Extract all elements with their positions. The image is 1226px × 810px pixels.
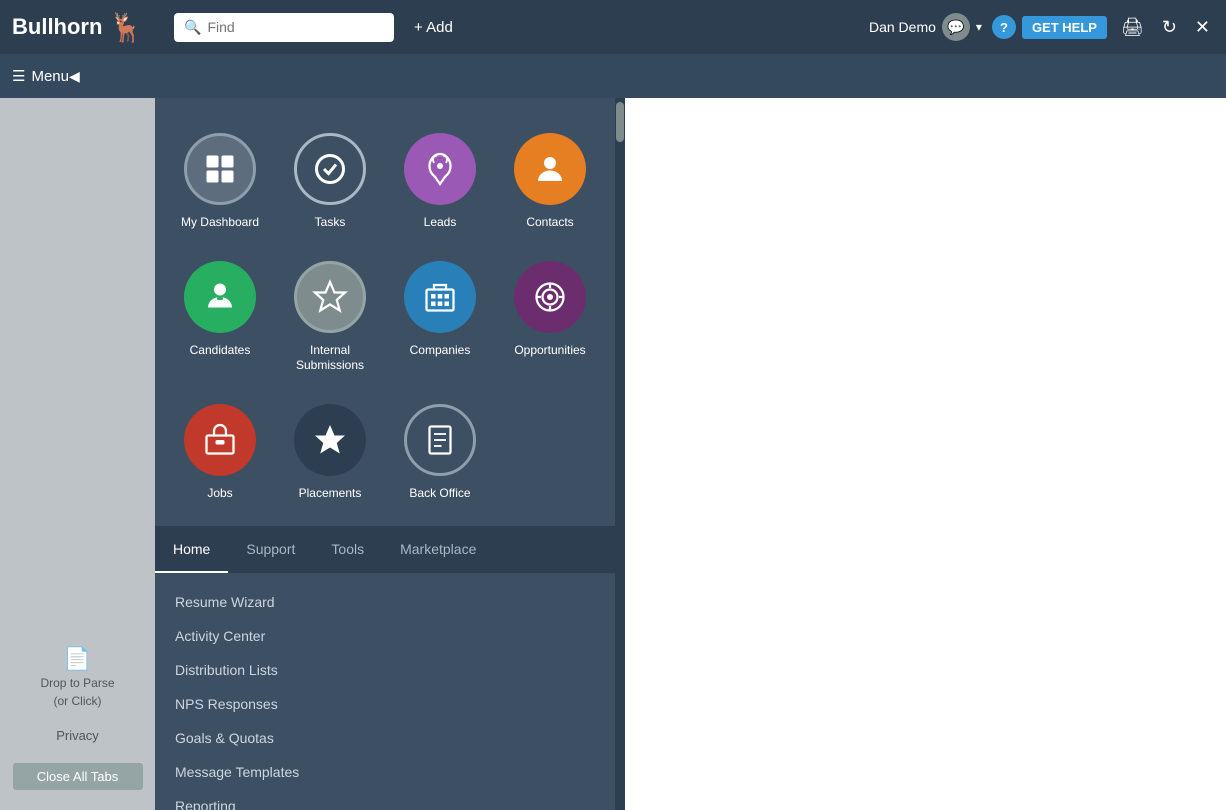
placements-label: Placements — [299, 486, 362, 502]
tab-home[interactable]: Home — [155, 527, 228, 573]
internal-submissions-label: Internal Submissions — [283, 343, 377, 374]
home-menu-list: Resume Wizard Activity Center Distributi… — [155, 573, 615, 810]
tabs-bar: Home Support Tools Marketplace — [155, 527, 615, 573]
content-area — [625, 98, 1226, 810]
nav-icon-tasks[interactable]: Tasks — [275, 118, 385, 246]
nav-icon-leads[interactable]: Leads — [385, 118, 495, 246]
nav-icon-internal-submissions[interactable]: Internal Submissions — [275, 246, 385, 389]
menu-item-goals-quotas[interactable]: Goals & Quotas — [155, 721, 615, 755]
search-container: 🔍 — [174, 13, 394, 42]
icons-grid: My Dashboard Tasks Leads — [155, 98, 615, 526]
search-icon: 🔍 — [184, 19, 201, 36]
leads-label: Leads — [424, 215, 457, 231]
help-button[interactable]: ? GET HELP — [992, 15, 1107, 39]
internal-submissions-icon-circle — [294, 261, 366, 333]
nav-icon-back-office[interactable]: Back Office — [385, 389, 495, 517]
menu-item-nps-responses[interactable]: NPS Responses — [155, 687, 615, 721]
nav-icon-opportunities[interactable]: Opportunities — [495, 246, 605, 389]
sidebar: 📄 Drop to Parse (or Click) Privacy Close… — [0, 98, 155, 810]
menu-toggle-button[interactable]: ☰ Menu — [12, 67, 69, 85]
drop-to-parse[interactable]: 📄 Drop to Parse (or Click) — [40, 646, 114, 708]
menu-item-message-templates[interactable]: Message Templates — [155, 755, 615, 789]
drop-parse-line1: Drop to Parse — [40, 676, 114, 690]
my-dashboard-label: My Dashboard — [181, 215, 259, 231]
user-menu[interactable]: Dan Demo 💬 ▾ — [869, 13, 982, 41]
menu-item-distribution-lists[interactable]: Distribution Lists — [155, 653, 615, 687]
candidates-label: Candidates — [190, 343, 251, 359]
leads-icon-circle — [404, 133, 476, 205]
nav-icon-contacts[interactable]: Contacts — [495, 118, 605, 246]
menu-item-reporting[interactable]: Reporting — [155, 789, 615, 810]
menu-bar: ☰ Menu ◀ — [0, 54, 1226, 98]
nav-icon-companies[interactable]: Companies — [385, 246, 495, 389]
hamburger-icon: ☰ — [12, 67, 25, 85]
tasks-icon-circle — [294, 133, 366, 205]
back-office-icon-circle — [404, 404, 476, 476]
privacy-link[interactable]: Privacy — [56, 728, 99, 743]
drop-parse-line2: (or Click) — [53, 694, 101, 708]
jobs-icon-circle — [184, 404, 256, 476]
moose-icon: 🦌 — [108, 11, 143, 44]
candidates-icon-circle — [184, 261, 256, 333]
user-name: Dan Demo — [869, 19, 936, 35]
menu-item-activity-center[interactable]: Activity Center — [155, 619, 615, 653]
menu-item-resume-wizard[interactable]: Resume Wizard — [155, 585, 615, 619]
scrollbar[interactable] — [615, 98, 625, 810]
menu-label: Menu — [31, 68, 69, 85]
opportunities-label: Opportunities — [514, 343, 585, 359]
tab-tools[interactable]: Tools — [313, 527, 382, 573]
nav-right: Dan Demo 💬 ▾ ? GET HELP 🖨 ↻ ✕ — [869, 13, 1214, 42]
help-circle-icon: ? — [992, 15, 1016, 39]
close-button[interactable]: ✕ — [1191, 13, 1214, 42]
add-label: + Add — [414, 19, 453, 36]
get-help-label: GET HELP — [1022, 16, 1107, 39]
tab-marketplace[interactable]: Marketplace — [382, 527, 494, 573]
placements-icon-circle — [294, 404, 366, 476]
tasks-label: Tasks — [315, 215, 346, 231]
close-all-tabs-button[interactable]: Close All Tabs — [13, 763, 143, 790]
tab-support[interactable]: Support — [228, 527, 313, 573]
nav-icon-my-dashboard[interactable]: My Dashboard — [165, 118, 275, 246]
refresh-button[interactable]: ↻ — [1158, 13, 1181, 42]
nav-icon-candidates[interactable]: Candidates — [165, 246, 275, 389]
back-office-label: Back Office — [409, 486, 470, 502]
my-dashboard-icon-circle — [184, 133, 256, 205]
print-button[interactable]: 🖨 — [1117, 13, 1148, 42]
contacts-label: Contacts — [526, 215, 573, 231]
chat-icon: 💬 — [942, 13, 970, 41]
companies-icon-circle — [404, 261, 476, 333]
menu-arrow-icon: ◀ — [69, 68, 80, 85]
jobs-label: Jobs — [207, 486, 232, 502]
main-content: My Dashboard Tasks Leads — [155, 98, 1226, 810]
brand-name: Bullhorn — [12, 14, 102, 40]
tabs-section: Home Support Tools Marketplace Resume Wi… — [155, 526, 615, 810]
nav-icon-jobs[interactable]: Jobs — [165, 389, 275, 517]
brand-logo: Bullhorn 🦌 — [12, 11, 162, 44]
opportunities-icon-circle — [514, 261, 586, 333]
add-button[interactable]: + Add — [406, 15, 461, 40]
contacts-icon-circle — [514, 133, 586, 205]
scroll-thumb[interactable] — [616, 102, 624, 142]
document-icon: 📄 — [64, 646, 91, 672]
navigation-panel: My Dashboard Tasks Leads — [155, 98, 615, 810]
nav-icon-placements[interactable]: Placements — [275, 389, 385, 517]
top-navigation: Bullhorn 🦌 🔍 + Add Dan Demo 💬 ▾ ? GET HE… — [0, 0, 1226, 54]
search-input[interactable] — [207, 19, 384, 35]
companies-label: Companies — [410, 343, 471, 359]
chevron-down-icon: ▾ — [976, 20, 982, 34]
